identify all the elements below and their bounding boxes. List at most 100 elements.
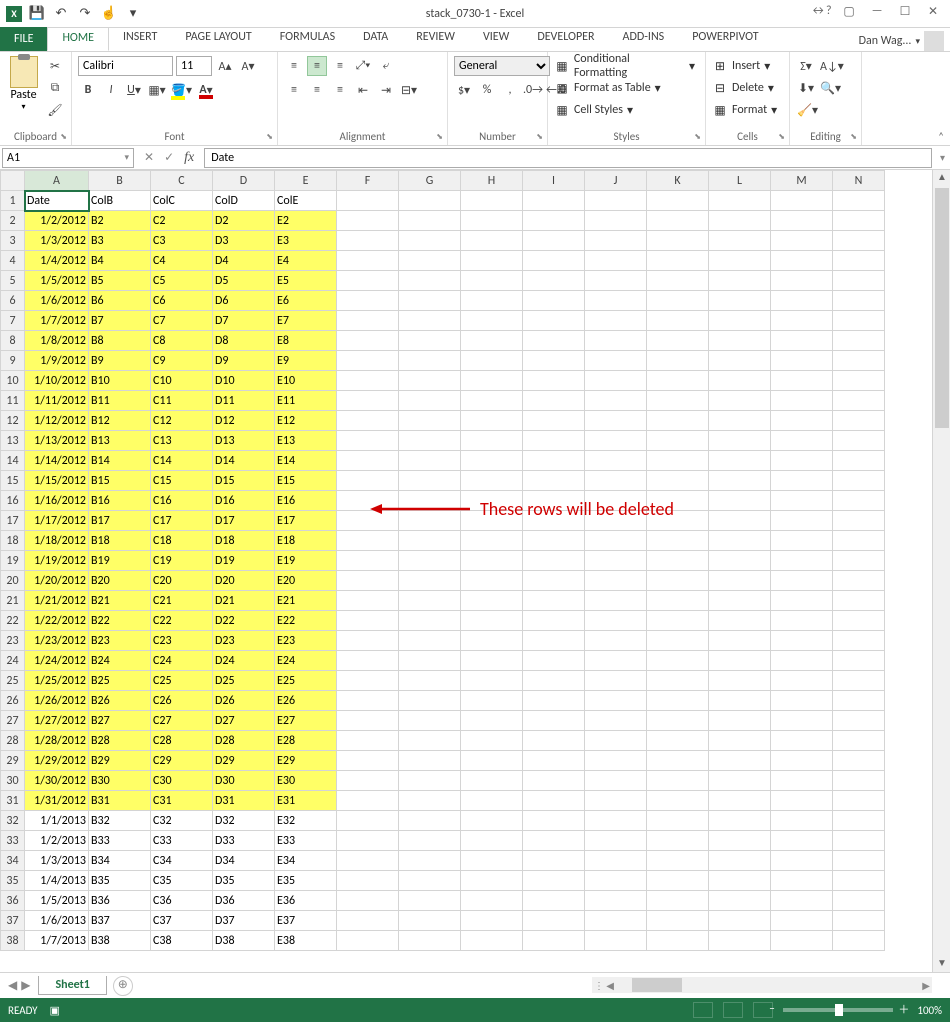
cell[interactable]: [337, 311, 399, 331]
cell[interactable]: [647, 851, 709, 871]
cell[interactable]: [585, 471, 647, 491]
cell[interactable]: [523, 631, 585, 651]
align-top-icon[interactable]: ≡: [284, 56, 304, 76]
cell[interactable]: E22: [275, 611, 337, 631]
cell[interactable]: [709, 271, 771, 291]
cell[interactable]: [337, 271, 399, 291]
row-header[interactable]: 29: [1, 751, 25, 771]
redo-icon[interactable]: ↷: [76, 5, 94, 23]
cell[interactable]: [523, 371, 585, 391]
cell[interactable]: [771, 651, 833, 671]
cell[interactable]: 1/3/2012: [25, 231, 89, 251]
cell[interactable]: D31: [213, 791, 275, 811]
cell[interactable]: [833, 811, 885, 831]
cell[interactable]: B19: [89, 551, 151, 571]
cell[interactable]: D3: [213, 231, 275, 251]
cell[interactable]: B37: [89, 911, 151, 931]
cell[interactable]: [771, 191, 833, 211]
cell[interactable]: E31: [275, 791, 337, 811]
cell[interactable]: B15: [89, 471, 151, 491]
tab-view[interactable]: VIEW: [469, 27, 523, 51]
cell[interactable]: [461, 351, 523, 371]
cell[interactable]: [585, 751, 647, 771]
cell[interactable]: [585, 631, 647, 651]
cell[interactable]: D37: [213, 911, 275, 931]
row-header[interactable]: 2: [1, 211, 25, 231]
cell[interactable]: C19: [151, 551, 213, 571]
cell[interactable]: [709, 931, 771, 951]
cell[interactable]: B12: [89, 411, 151, 431]
cell[interactable]: [833, 471, 885, 491]
font-size-select[interactable]: [176, 56, 212, 76]
collapse-ribbon-icon[interactable]: ˄: [938, 130, 944, 143]
cell[interactable]: [833, 931, 885, 951]
cell[interactable]: [585, 511, 647, 531]
cell[interactable]: 1/20/2012: [25, 571, 89, 591]
cell[interactable]: [337, 651, 399, 671]
cell[interactable]: [337, 331, 399, 351]
cell[interactable]: [709, 351, 771, 371]
cell[interactable]: B22: [89, 611, 151, 631]
cell[interactable]: [709, 611, 771, 631]
cell[interactable]: [647, 371, 709, 391]
font-color-icon[interactable]: A▾: [196, 80, 216, 100]
cell[interactable]: D36: [213, 891, 275, 911]
cell[interactable]: [771, 551, 833, 571]
cell[interactable]: E16: [275, 491, 337, 511]
row-header[interactable]: 25: [1, 671, 25, 691]
cell[interactable]: [833, 871, 885, 891]
cell[interactable]: [337, 851, 399, 871]
cell[interactable]: [523, 891, 585, 911]
cell[interactable]: [337, 231, 399, 251]
cell[interactable]: 1/10/2012: [25, 371, 89, 391]
cell[interactable]: [337, 911, 399, 931]
increase-decimal-icon[interactable]: .0→: [523, 80, 543, 100]
cell[interactable]: B31: [89, 791, 151, 811]
cell[interactable]: [833, 771, 885, 791]
cell[interactable]: E6: [275, 291, 337, 311]
cell[interactable]: [523, 411, 585, 431]
row-header[interactable]: 10: [1, 371, 25, 391]
tab-developer[interactable]: DEVELOPER: [523, 27, 608, 51]
cell[interactable]: [709, 831, 771, 851]
cell[interactable]: E18: [275, 531, 337, 551]
cell[interactable]: [461, 431, 523, 451]
cell[interactable]: [399, 851, 461, 871]
cell[interactable]: [523, 591, 585, 611]
cell[interactable]: E8: [275, 331, 337, 351]
cell[interactable]: [709, 591, 771, 611]
italic-button[interactable]: I: [101, 80, 121, 100]
comma-icon[interactable]: ,: [500, 80, 520, 100]
cell[interactable]: B18: [89, 531, 151, 551]
cell[interactable]: [337, 471, 399, 491]
cell[interactable]: [647, 871, 709, 891]
cell[interactable]: [399, 671, 461, 691]
cell[interactable]: [337, 531, 399, 551]
column-header-J[interactable]: J: [585, 171, 647, 191]
row-header[interactable]: 8: [1, 331, 25, 351]
cell[interactable]: [399, 551, 461, 571]
cell[interactable]: B6: [89, 291, 151, 311]
row-header[interactable]: 16: [1, 491, 25, 511]
cell[interactable]: [399, 771, 461, 791]
cell[interactable]: [771, 331, 833, 351]
row-header[interactable]: 15: [1, 471, 25, 491]
align-right-icon[interactable]: ≡: [330, 80, 350, 100]
cell[interactable]: E13: [275, 431, 337, 451]
cell[interactable]: [585, 371, 647, 391]
delete-cells-button[interactable]: ⊟Delete▾: [712, 78, 783, 98]
cell[interactable]: [585, 451, 647, 471]
cell[interactable]: [337, 431, 399, 451]
cell[interactable]: [461, 411, 523, 431]
cell[interactable]: [337, 571, 399, 591]
cell[interactable]: [461, 911, 523, 931]
cell[interactable]: [461, 531, 523, 551]
cell[interactable]: 1/8/2012: [25, 331, 89, 351]
cell[interactable]: [647, 511, 709, 531]
column-header-D[interactable]: D: [213, 171, 275, 191]
cell[interactable]: [337, 751, 399, 771]
cell[interactable]: [523, 291, 585, 311]
cell[interactable]: [647, 251, 709, 271]
cell[interactable]: [647, 691, 709, 711]
cell[interactable]: [461, 831, 523, 851]
